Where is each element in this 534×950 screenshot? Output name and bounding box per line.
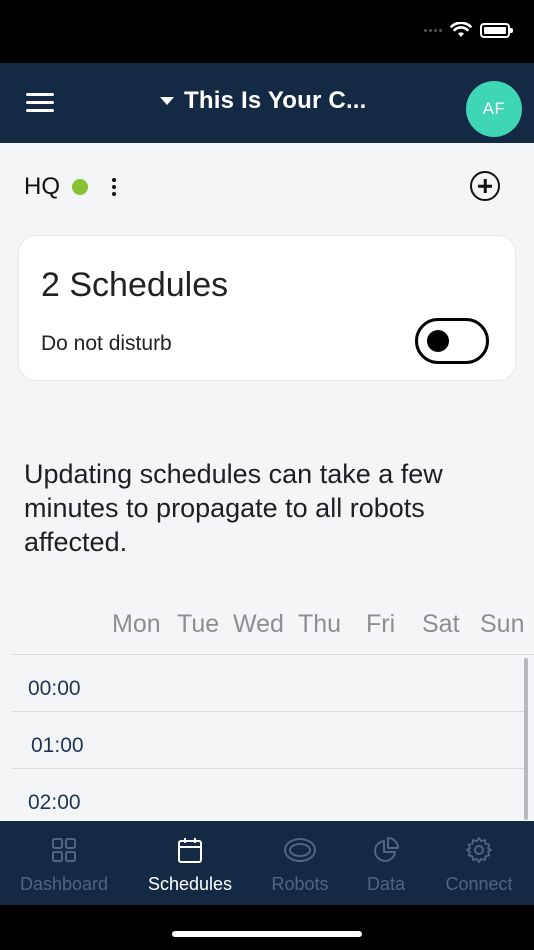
organization-selector[interactable]: This Is Your C... [160,87,367,115]
schedules-count-title: 2 Schedules [41,266,229,304]
tab-robots[interactable]: Robots [266,821,334,905]
tab-data[interactable]: Data [362,821,410,905]
tab-label: Connect [445,874,513,894]
tab-label: Robots [271,874,329,894]
tab-dashboard[interactable]: Dashboard [18,821,110,905]
tab-label: Schedules [147,874,233,894]
do-not-disturb-toggle[interactable] [415,318,489,364]
robot-vacuum-icon [284,838,316,862]
day-label-mon: Mon [112,610,161,638]
pie-chart-icon [374,837,399,862]
schedules-card: 2 Schedules Do not disturb [18,235,516,381]
day-label-fri: Fri [366,610,396,638]
day-label-sun: Sun [480,610,525,638]
time-row[interactable]: 01:00 [12,712,524,769]
day-label-wed: Wed [233,610,284,638]
calendar-scrollbar[interactable] [524,658,528,820]
day-label-thu: Thu [298,610,342,638]
do-not-disturb-label: Do not disturb [41,332,172,355]
time-row[interactable]: 02:00 [12,769,524,826]
cellular-signal-icon [424,28,442,32]
propagation-info-text: Updating schedules can take a few minute… [24,459,443,557]
home-indicator[interactable] [172,931,362,937]
calendar-icon [178,838,202,863]
status-bar [0,0,534,63]
calendar-day-header: Mon Tue Wed Thu Fri Sat Sun [0,610,534,644]
tab-label: Data [366,874,406,894]
status-icons [424,22,513,38]
day-label-sat: Sat [422,610,460,638]
site-row: HQ [24,171,118,203]
time-label: 02:00 [28,791,81,814]
toggle-knob [427,330,449,352]
battery-icon [480,22,513,38]
time-row[interactable]: 00:00 [12,655,524,712]
header-title: This Is Your C... [184,87,367,114]
hamburger-menu-icon[interactable] [26,93,54,115]
avatar[interactable]: AF [466,81,522,137]
gear-icon [466,837,492,863]
tab-label: Dashboard [19,874,109,894]
add-schedule-button[interactable] [470,171,500,201]
time-label: 00:00 [28,677,81,700]
time-label: 01:00 [31,734,84,757]
app-header: This Is Your C... AF [0,63,534,143]
tab-schedules[interactable]: Schedules [145,821,235,905]
site-status-dot [72,179,88,195]
more-options-icon[interactable] [110,175,118,199]
caret-down-icon [160,97,174,105]
tab-connect[interactable]: Connect [440,821,518,905]
day-label-tue: Tue [177,610,220,638]
site-name: HQ [24,173,60,200]
wifi-icon [450,22,472,37]
grid-icon [52,838,76,862]
home-indicator-area [0,905,534,950]
bottom-tab-bar: Dashboard Schedules Robots Data Connect [0,821,534,905]
